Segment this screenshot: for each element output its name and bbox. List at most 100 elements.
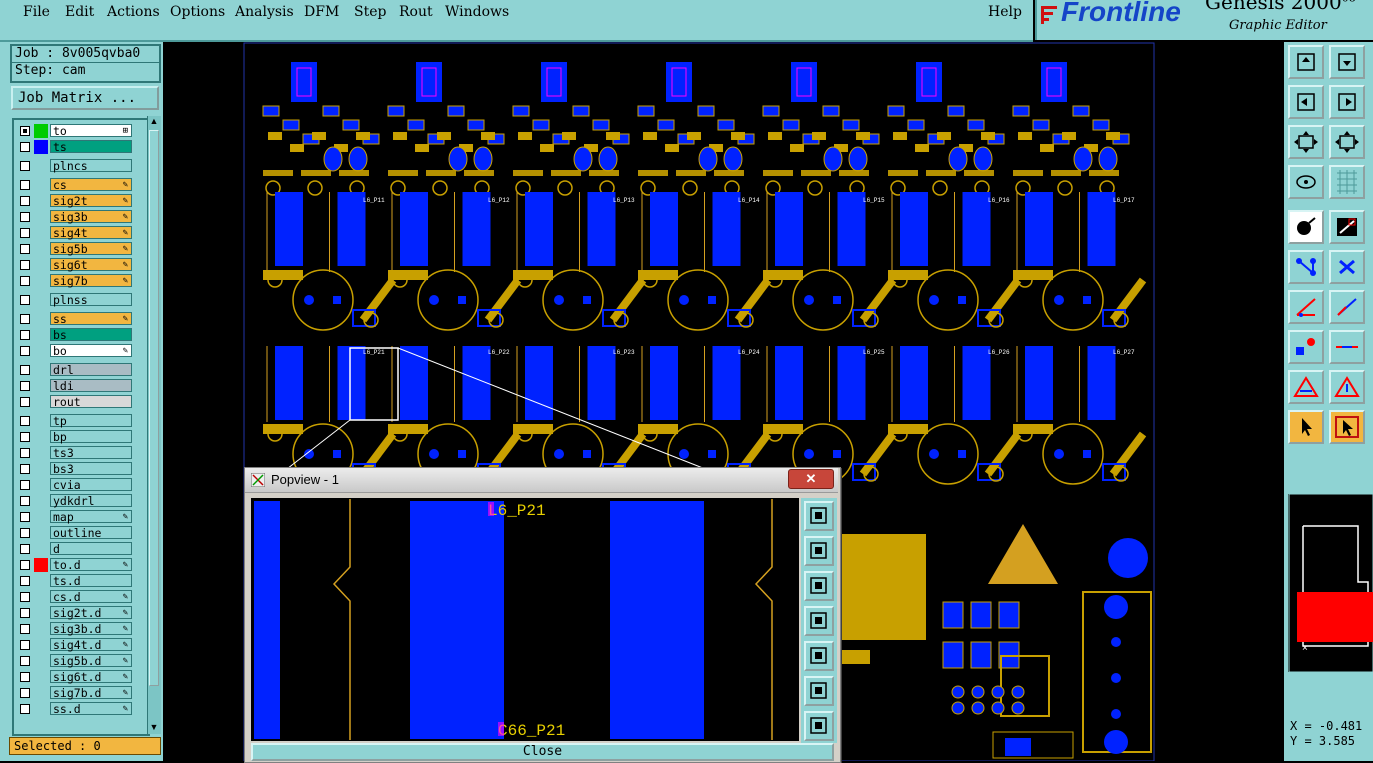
- layer-checkbox[interactable]: [20, 528, 30, 538]
- pv-zoom-home-button[interactable]: [804, 711, 834, 741]
- layer-row-ts[interactable]: ts: [16, 140, 132, 154]
- layer-row-sig3b-d[interactable]: sig3b.d ✎: [16, 622, 132, 636]
- layer-color-swatch[interactable]: [34, 590, 48, 604]
- layer-name[interactable]: ts.d: [50, 574, 132, 588]
- layer-color-swatch[interactable]: [34, 178, 48, 192]
- layer-color-swatch[interactable]: [34, 622, 48, 636]
- layer-row-cs[interactable]: cs ✎: [16, 178, 132, 192]
- pan-up-button[interactable]: [1288, 45, 1324, 79]
- layer-checkbox[interactable]: [20, 640, 30, 650]
- layer-checkbox[interactable]: [20, 576, 30, 586]
- layer-color-swatch[interactable]: [34, 312, 48, 326]
- layer-name[interactable]: sig6t.d ✎: [50, 670, 132, 684]
- layer-name[interactable]: to.d ✎: [50, 558, 132, 572]
- layer-row-rout[interactable]: rout: [16, 395, 132, 409]
- line-tool-button[interactable]: [1329, 210, 1365, 244]
- pointer-button[interactable]: [1288, 410, 1324, 444]
- layer-row-tp[interactable]: tp: [16, 414, 132, 428]
- close-button[interactable]: Close: [251, 743, 834, 761]
- layer-name[interactable]: bo ✎: [50, 344, 132, 358]
- layer-row-cvia[interactable]: cvia: [16, 478, 132, 492]
- layer-color-swatch[interactable]: [34, 242, 48, 256]
- layer-checkbox[interactable]: [20, 295, 30, 305]
- layer-color-swatch[interactable]: [34, 542, 48, 556]
- layer-name[interactable]: rout: [50, 395, 132, 409]
- layer-row-sig3b[interactable]: sig3b ✎: [16, 210, 132, 224]
- layer-row-bs3[interactable]: bs3: [16, 462, 132, 476]
- menu-analysis[interactable]: Analysis: [235, 4, 294, 20]
- scroll-thumb[interactable]: [149, 130, 159, 686]
- pv-pan-left-button[interactable]: [804, 606, 834, 636]
- layer-checkbox[interactable]: [20, 592, 30, 602]
- layer-name[interactable]: ts3: [50, 446, 132, 460]
- angle-button[interactable]: [1288, 290, 1324, 324]
- layer-color-swatch[interactable]: [34, 258, 48, 272]
- layer-color-swatch[interactable]: [34, 654, 48, 668]
- pv-pan-right-button[interactable]: [804, 641, 834, 671]
- layer-checkbox[interactable]: [20, 608, 30, 618]
- layer-name[interactable]: sig3b.d ✎: [50, 622, 132, 636]
- layer-name[interactable]: sig7b.d ✎: [50, 686, 132, 700]
- layer-name[interactable]: sig2t ✎: [50, 194, 132, 208]
- zoom-fit-button[interactable]: [1288, 125, 1324, 159]
- layer-row-ss[interactable]: ss ✎: [16, 312, 132, 326]
- zoom-home-button[interactable]: [1329, 125, 1365, 159]
- layer-name[interactable]: ydkdrl: [50, 494, 132, 508]
- layer-row-plncs[interactable]: plncs: [16, 159, 132, 173]
- layer-checkbox[interactable]: [20, 126, 30, 136]
- layer-row-drl[interactable]: drl: [16, 363, 132, 377]
- pan-left-button[interactable]: [1288, 85, 1324, 119]
- layer-name[interactable]: sig3b ✎: [50, 210, 132, 224]
- layer-checkbox[interactable]: [20, 365, 30, 375]
- layer-name[interactable]: sig7b ✎: [50, 274, 132, 288]
- layer-color-swatch[interactable]: [34, 414, 48, 428]
- triangle-button[interactable]: [1288, 370, 1324, 404]
- layer-row-d[interactable]: d: [16, 542, 132, 556]
- layer-row-map[interactable]: map ✎: [16, 510, 132, 524]
- layer-checkbox[interactable]: [20, 560, 30, 570]
- layer-color-swatch[interactable]: [34, 140, 48, 154]
- pan-right-button[interactable]: [1329, 85, 1365, 119]
- pv-zoom-fit-button[interactable]: [804, 676, 834, 706]
- layer-checkbox[interactable]: [20, 512, 30, 522]
- layer-checkbox[interactable]: [20, 397, 30, 407]
- scroll-down-icon[interactable]: ▼: [148, 722, 160, 734]
- layer-checkbox[interactable]: [20, 212, 30, 222]
- close-icon[interactable]: ✕: [788, 469, 834, 489]
- layer-name[interactable]: sig5b.d ✎: [50, 654, 132, 668]
- triangle-select-button[interactable]: [1329, 370, 1365, 404]
- layer-name[interactable]: sig5b ✎: [50, 242, 132, 256]
- menu-windows[interactable]: Windows: [445, 4, 509, 20]
- layer-color-swatch[interactable]: [34, 478, 48, 492]
- layer-checkbox[interactable]: [20, 432, 30, 442]
- menu-file[interactable]: File: [23, 4, 50, 20]
- layer-color-swatch[interactable]: [34, 344, 48, 358]
- layer-row-sig2t-d[interactable]: sig2t.d ✎: [16, 606, 132, 620]
- layer-name[interactable]: ss.d ✎: [50, 702, 132, 716]
- layer-name[interactable]: ss ✎: [50, 312, 132, 326]
- layer-checkbox[interactable]: [20, 276, 30, 286]
- layer-row-sig6t[interactable]: sig6t ✎: [16, 258, 132, 272]
- layer-checkbox[interactable]: [20, 656, 30, 666]
- layer-row-outline[interactable]: outline: [16, 526, 132, 540]
- layer-color-swatch[interactable]: [34, 293, 48, 307]
- layer-color-swatch[interactable]: [34, 638, 48, 652]
- layer-color-swatch[interactable]: [34, 462, 48, 476]
- layer-color-swatch[interactable]: [34, 702, 48, 716]
- layer-color-swatch[interactable]: [34, 194, 48, 208]
- layer-row-sig4t-d[interactable]: sig4t.d ✎: [16, 638, 132, 652]
- layer-name[interactable]: drl: [50, 363, 132, 377]
- layer-name[interactable]: tp: [50, 414, 132, 428]
- layer-checkbox[interactable]: [20, 416, 30, 426]
- snap-button[interactable]: [1288, 210, 1324, 244]
- layer-row-ts-d[interactable]: ts.d: [16, 574, 132, 588]
- menu-rout[interactable]: Rout: [399, 4, 433, 20]
- layer-row-sig5b-d[interactable]: sig5b.d ✎: [16, 654, 132, 668]
- layer-checkbox[interactable]: [20, 480, 30, 490]
- layer-row-sig7b[interactable]: sig7b ✎: [16, 274, 132, 288]
- layer-name[interactable]: bp: [50, 430, 132, 444]
- layer-color-swatch[interactable]: [34, 226, 48, 240]
- layer-row-plnss[interactable]: plnss: [16, 293, 132, 307]
- layer-name[interactable]: sig6t ✎: [50, 258, 132, 272]
- layer-color-swatch[interactable]: [34, 395, 48, 409]
